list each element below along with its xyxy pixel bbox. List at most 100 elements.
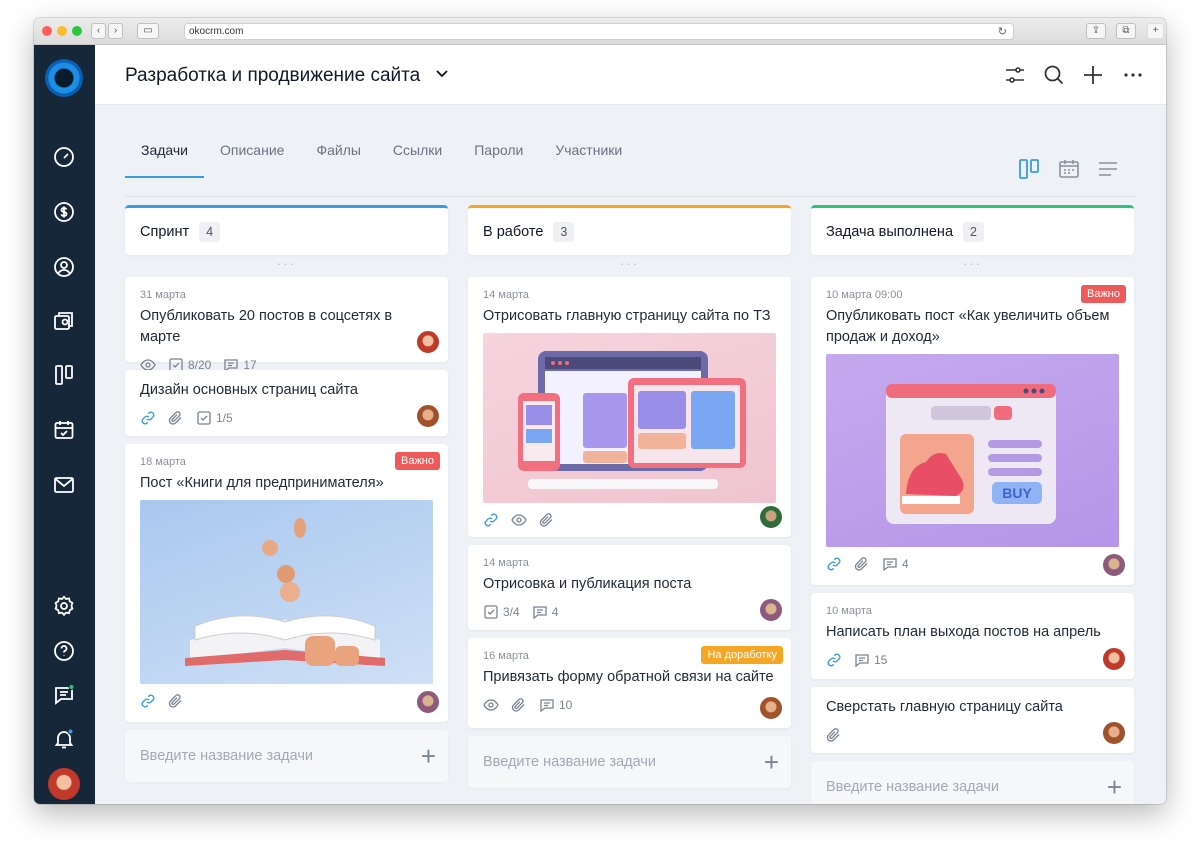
assignee-avatar[interactable]: [759, 505, 783, 529]
checklist-meta: 3/4: [483, 604, 520, 620]
forward-icon[interactable]: ›: [108, 23, 123, 39]
assignee-avatar[interactable]: [1102, 553, 1126, 577]
tab-bar: Задачи Описание Файлы Ссылки Пароли Учас…: [125, 142, 638, 178]
add-task-input[interactable]: Введите название задачи +: [125, 730, 448, 782]
column-in-progress: В работе 3 ··· 14 марта Отрисовать главну…: [468, 205, 791, 788]
tab-passwords[interactable]: Пароли: [458, 142, 539, 178]
task-date: 10 марта 09:00: [826, 289, 903, 301]
task-card[interactable]: 14 марта Отрисовка и публикация поста 3/…: [468, 545, 791, 630]
mail-icon[interactable]: [52, 473, 76, 497]
plus-icon[interactable]: +: [421, 741, 436, 772]
task-title: Отрисовать главную страницу сайта по ТЗ: [483, 308, 771, 324]
filter-icon[interactable]: [1002, 62, 1028, 88]
drag-handle-icon[interactable]: ···: [125, 255, 448, 277]
assignee-avatar[interactable]: [1102, 721, 1126, 745]
browser-toolbar: ‹ › ▭ okocrm.com ↻ ⇪ ⧉ +: [34, 18, 1166, 45]
new-tab-icon[interactable]: +: [1147, 23, 1164, 39]
checklist-icon: [197, 411, 211, 425]
tab-links[interactable]: Ссылки: [377, 142, 458, 178]
main-area: Разработка и продвижение сайта Задачи Оп…: [95, 45, 1166, 804]
search-icon[interactable]: [1041, 62, 1067, 88]
assignee-avatar[interactable]: [416, 690, 440, 714]
chat-icon[interactable]: [52, 683, 76, 707]
drag-handle-icon[interactable]: ···: [811, 255, 1134, 277]
link-icon: [140, 693, 156, 709]
project-title[interactable]: Разработка и продвижение сайта: [125, 65, 450, 87]
add-task-input[interactable]: Введите название задачи +: [811, 761, 1134, 804]
projects-icon[interactable]: [52, 363, 76, 387]
task-date: 10 марта: [826, 605, 872, 617]
tab-tasks[interactable]: Задачи: [125, 142, 205, 178]
finance-icon[interactable]: [52, 200, 76, 224]
task-card[interactable]: 10 марта 09:00 Важно Опубликовать пост «…: [811, 277, 1134, 585]
eye-icon: [483, 697, 499, 713]
website-illustration: [483, 333, 776, 503]
task-card[interactable]: Дизайн основных страниц сайта 1/5: [125, 370, 448, 436]
task-card[interactable]: 18 марта Важно Пост «Книги для предприни…: [125, 444, 448, 722]
tab-description[interactable]: Описание: [204, 142, 300, 178]
task-card[interactable]: Сверстать главную страницу сайта: [811, 687, 1134, 753]
assignee-avatar[interactable]: [416, 330, 440, 354]
back-icon[interactable]: ‹: [91, 23, 106, 39]
checklist-icon: [484, 605, 498, 619]
list-view-icon[interactable]: [1096, 157, 1120, 181]
task-title: Сверстать главную страницу сайта: [826, 699, 1063, 715]
drag-handle-icon[interactable]: ···: [468, 255, 791, 277]
column-count: 4: [199, 221, 221, 242]
contacts-icon[interactable]: [52, 255, 76, 279]
sidebar-toggle-icon[interactable]: ▭: [137, 23, 159, 39]
task-title: Дизайн основных страниц сайта: [140, 382, 358, 398]
task-date: 14 марта: [483, 557, 529, 569]
add-task-input[interactable]: Введите название задачи +: [468, 736, 791, 788]
more-icon[interactable]: [1120, 62, 1146, 88]
attachment-icon: [539, 512, 555, 528]
comment-count: 15: [874, 653, 888, 667]
assignee-avatar[interactable]: [759, 696, 783, 720]
attachment-icon: [511, 697, 527, 713]
tab-members[interactable]: Участники: [539, 142, 638, 178]
task-date: 14 марта: [483, 289, 529, 301]
column-header: В работе 3: [468, 205, 791, 255]
assignee-avatar[interactable]: [416, 404, 440, 428]
reload-icon[interactable]: ↻: [998, 25, 1007, 40]
task-card[interactable]: 14 марта Отрисовать главную страницу сай…: [468, 277, 791, 537]
task-card[interactable]: 10 марта Написать план выхода постов на …: [811, 593, 1134, 679]
deals-icon[interactable]: [52, 309, 76, 333]
comment-meta: 4: [532, 604, 558, 620]
plus-icon[interactable]: +: [764, 747, 779, 778]
minimize-window-button[interactable]: [57, 26, 67, 36]
task-title: Опубликовать пост «Как увеличить объем п…: [826, 308, 1110, 345]
maximize-window-button[interactable]: [72, 26, 82, 36]
priority-tag: Важно: [394, 452, 440, 470]
url-text: okocrm.com: [189, 26, 244, 37]
dashboard-icon[interactable]: [52, 145, 76, 169]
add-icon[interactable]: [1080, 62, 1106, 88]
tabs-icon[interactable]: ⧉: [1116, 23, 1136, 39]
tab-files[interactable]: Файлы: [300, 142, 376, 178]
task-card[interactable]: 16 марта На доработку Привязать форму об…: [468, 638, 791, 728]
sidebar: [34, 45, 95, 804]
calendar-view-icon[interactable]: [1057, 157, 1081, 181]
close-window-button[interactable]: [42, 26, 52, 36]
logo-icon[interactable]: [45, 59, 83, 97]
plus-icon[interactable]: +: [1107, 772, 1122, 803]
comment-count: 10: [559, 698, 573, 712]
column-title: Спринт: [140, 223, 190, 240]
comment-meta: 10: [539, 697, 572, 713]
notifications-icon[interactable]: [52, 727, 76, 751]
assignee-avatar[interactable]: [759, 598, 783, 622]
browser-window: ‹ › ▭ okocrm.com ↻ ⇪ ⧉ + Разработка и про…: [34, 18, 1166, 804]
board-view-icon[interactable]: [1017, 157, 1041, 181]
help-icon[interactable]: [52, 639, 76, 663]
task-card[interactable]: 31 марта Опубликовать 20 постов в соцсет…: [125, 277, 448, 373]
user-avatar[interactable]: [48, 768, 80, 800]
assignee-avatar[interactable]: [1102, 647, 1126, 671]
share-icon[interactable]: ⇪: [1086, 23, 1106, 39]
task-meta: [483, 511, 776, 529]
status-tag: На доработку: [701, 646, 783, 664]
calendar-icon[interactable]: [52, 418, 76, 442]
chevron-down-icon[interactable]: [434, 65, 450, 87]
address-bar[interactable]: okocrm.com ↻: [184, 23, 1014, 40]
task-title: Пост «Книги для предпринимателя»: [140, 475, 384, 491]
settings-icon[interactable]: [52, 594, 76, 618]
